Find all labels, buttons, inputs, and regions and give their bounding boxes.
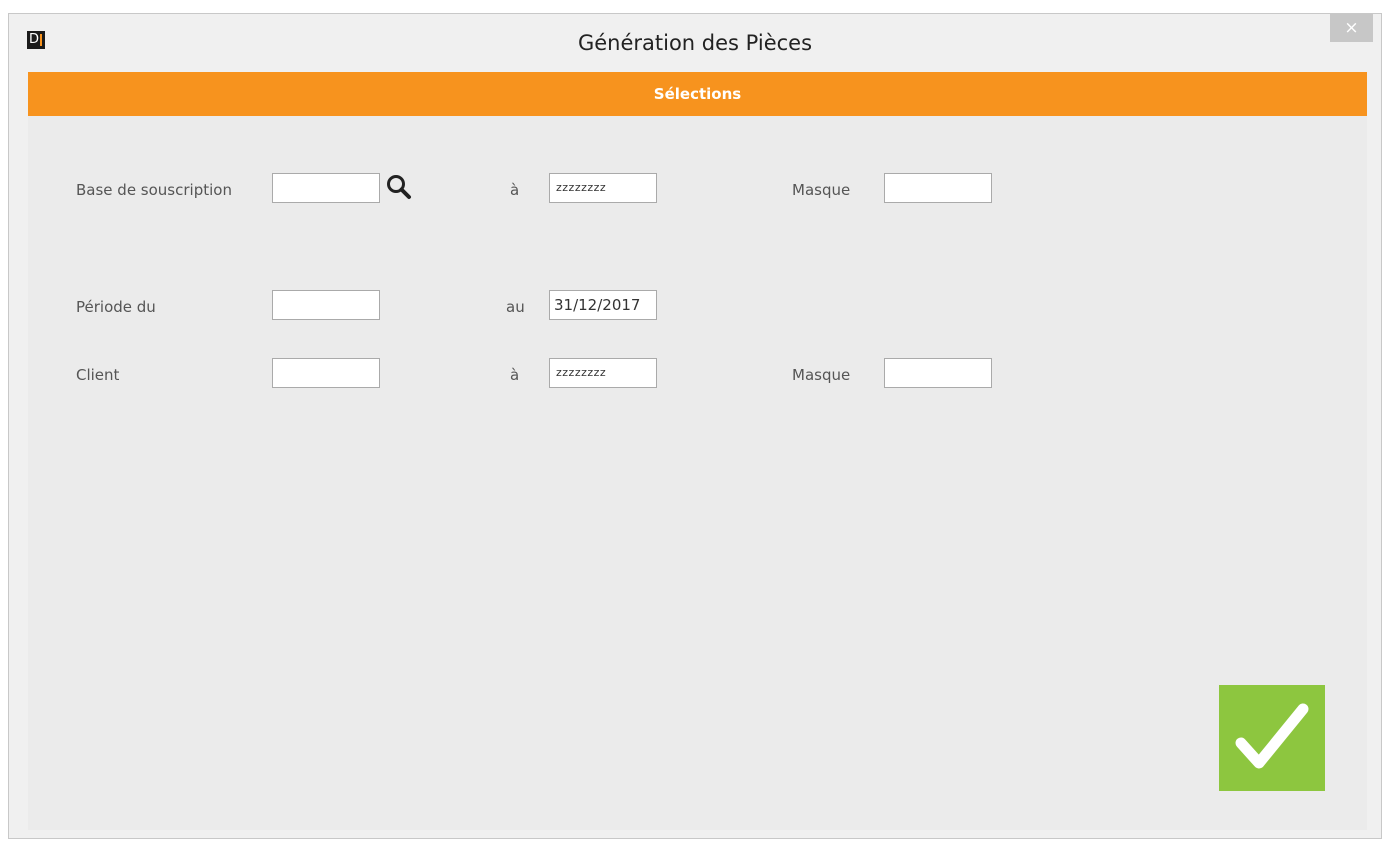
base-souscription-from-input[interactable] — [272, 173, 380, 203]
base-souscription-to-label: à — [510, 181, 520, 199]
window-title: Génération des Pièces — [577, 31, 813, 55]
periode-from-label: Période du — [76, 298, 156, 316]
validate-button[interactable] — [1219, 685, 1325, 791]
section-header: Sélections — [28, 72, 1367, 116]
base-masque-label: Masque — [792, 181, 851, 199]
periode-to-input[interactable]: 31/12/2017 — [549, 290, 657, 320]
search-icon[interactable] — [384, 172, 414, 202]
dialog-window: D Génération des Pièces × Sélections Bas… — [8, 13, 1382, 839]
close-button[interactable]: × — [1330, 14, 1373, 42]
selections-panel: Sélections Base de souscription à zzzzzz… — [28, 72, 1367, 830]
periode-to-label: au — [506, 298, 525, 316]
periode-from-input[interactable] — [272, 290, 380, 320]
client-to-input[interactable]: zzzzzzzz — [549, 358, 657, 388]
close-icon: × — [1344, 18, 1359, 38]
client-label: Client — [76, 366, 120, 384]
client-masque-input[interactable] — [884, 358, 992, 388]
checkmark-icon — [1235, 703, 1309, 769]
base-souscription-label: Base de souscription — [76, 181, 232, 199]
client-to-label: à — [510, 366, 520, 384]
title-bar: D Génération des Pièces × — [9, 14, 1381, 70]
base-souscription-to-input[interactable]: zzzzzzzz — [549, 173, 657, 203]
client-from-input[interactable] — [272, 358, 380, 388]
base-masque-input[interactable] — [884, 173, 992, 203]
client-masque-label: Masque — [792, 366, 851, 384]
